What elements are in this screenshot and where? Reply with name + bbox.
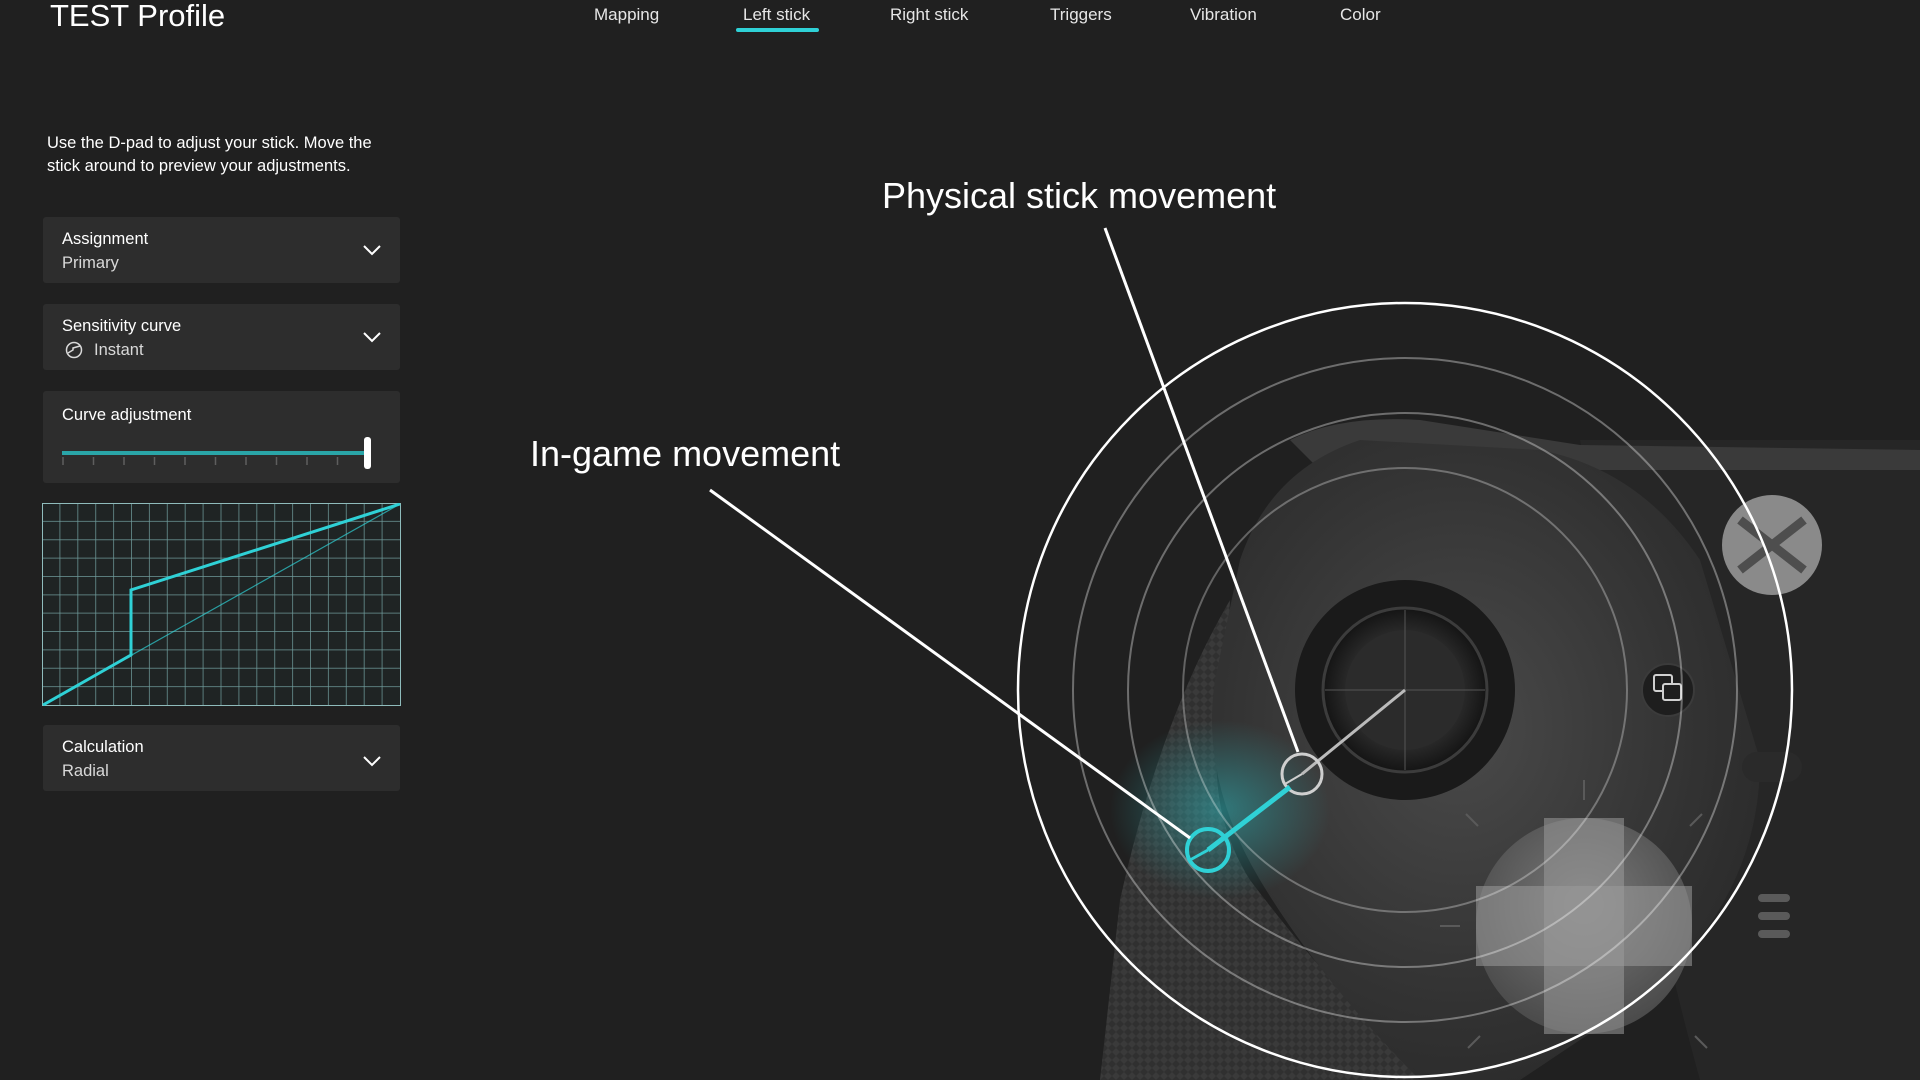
menu-button: [1758, 894, 1790, 938]
sensitivity-curve-label: Sensitivity curve: [62, 317, 182, 335]
ingame-movement-callout: In-game movement: [530, 433, 841, 474]
calculation-dropdown[interactable]: Calculation Radial: [43, 725, 400, 791]
curve-adjustment-label: Curve adjustment: [62, 406, 192, 424]
assignment-label: Assignment: [62, 230, 149, 248]
curve-adjustment-slider[interactable]: [62, 433, 376, 473]
tab-triggers[interactable]: Triggers: [1050, 4, 1112, 26]
chevron-down-icon: [363, 332, 381, 343]
active-tab-indicator: [736, 28, 819, 32]
instant-curve-icon: [65, 341, 83, 359]
chevron-down-icon: [363, 245, 381, 256]
chevron-down-icon: [363, 756, 381, 767]
sensitivity-curve-value: Instant: [94, 341, 144, 359]
tab-right-stick[interactable]: Right stick: [890, 4, 968, 26]
calculation-label: Calculation: [62, 738, 144, 756]
physical-stick-callout: Physical stick movement: [882, 175, 1277, 216]
assignment-dropdown[interactable]: Assignment Primary: [43, 217, 400, 283]
tab-vibration[interactable]: Vibration: [1190, 4, 1257, 26]
tab-left-stick[interactable]: Left stick: [743, 4, 810, 26]
curve-adjustment-panel: Curve adjustment: [43, 391, 400, 483]
share-button: [1742, 752, 1802, 782]
slider-thumb: [364, 437, 371, 469]
tab-mapping[interactable]: Mapping: [594, 4, 659, 26]
tab-bar: Mapping Left stick Right stick Triggers …: [0, 0, 1920, 40]
sensitivity-curve-dropdown[interactable]: Sensitivity curve Instant: [43, 304, 400, 370]
calculation-value: Radial: [62, 762, 109, 780]
controller-settings-page: TEST Profile Mapping Left stick Right st…: [0, 0, 1920, 1080]
sensitivity-curve-graph: [42, 503, 401, 706]
tab-color[interactable]: Color: [1340, 4, 1381, 26]
instructions-text: Use the D-pad to adjust your stick. Move…: [47, 134, 372, 175]
assignment-value: Primary: [62, 254, 119, 272]
ingame-callout-line: [709, 488, 1191, 840]
